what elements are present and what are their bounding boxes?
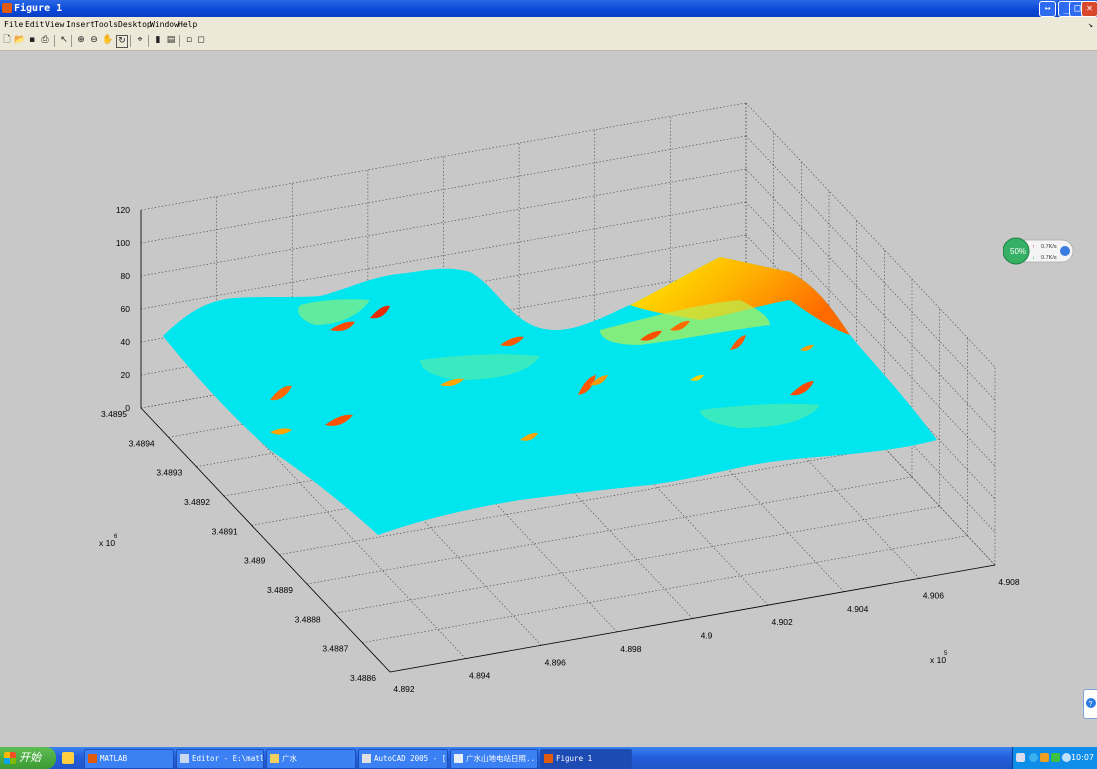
x-tick-label: 4.894 — [469, 671, 491, 681]
z-tick-label: 100 — [116, 238, 130, 248]
autocad-icon — [362, 754, 371, 763]
matlab-icon — [2, 3, 12, 13]
editor-icon — [180, 754, 189, 763]
pan-hand-icon[interactable]: ✋ — [102, 35, 113, 46]
print-icon[interactable]: ⎙ — [40, 35, 50, 46]
svg-text:↓: ↓ — [1032, 255, 1035, 261]
x-tick-label: 4.9 — [701, 631, 713, 641]
pointer-icon[interactable]: ↖ — [59, 35, 69, 46]
hide-plot-tools-icon[interactable]: ▫ — [184, 35, 194, 46]
side-help-icon[interactable]: ? — [1083, 689, 1097, 719]
z-tick-label: 20 — [121, 370, 131, 380]
volume-icon[interactable] — [1062, 753, 1071, 762]
menu-file[interactable]: File — [4, 17, 23, 32]
z-tick-label: 80 — [121, 271, 131, 281]
open-folder-icon[interactable]: 📂 — [14, 35, 25, 46]
colorbar-icon[interactable]: ▮ — [153, 35, 163, 46]
x-tick-label: 4.896 — [545, 657, 567, 667]
y-axis-exponent: x 10 — [99, 538, 115, 548]
x-tick-label: 4.902 — [771, 617, 793, 627]
x-axis-ticks: 4.892 4.894 4.896 4.898 4.9 4.902 4.904 4.906 4.… — [393, 577, 1020, 694]
y-axis-exponent-power: 6 — [114, 534, 118, 540]
z-axis-ticks: 020406080100120 — [116, 205, 130, 413]
menu-insert[interactable]: Insert — [66, 17, 95, 32]
y-tick-label: 3.4887 — [322, 644, 348, 654]
x-tick-label: 4.906 — [923, 590, 945, 600]
start-button[interactable]: 开始 — [0, 747, 56, 769]
user-icon[interactable] — [1040, 753, 1049, 762]
svg-text:?: ? — [1089, 701, 1093, 708]
upload-speed: 0.7K/s — [1041, 244, 1057, 250]
window-title: Figure 1 — [14, 3, 63, 14]
toolbar-separator — [179, 35, 180, 47]
close-button[interactable]: ✕ — [1081, 1, 1097, 17]
menu-desktop[interactable]: Desktop — [118, 17, 152, 32]
menu-window[interactable]: Window — [150, 17, 179, 32]
x-tick-label: 4.898 — [620, 644, 642, 654]
taskbar: 开始 MATLAB Editor - E:\matl... 广水 AutoCAD… — [0, 747, 1097, 769]
matlab-figure-icon — [544, 754, 553, 763]
menu-bar: File Edit View Insert Tools Desktop Wind… — [0, 17, 1097, 32]
y-tick-label: 3.489 — [244, 556, 266, 566]
surface-plot[interactable]: 020406080100120 3.48863.48873.48883.4889… — [0, 51, 1097, 747]
zoom-in-icon[interactable]: ⊕ — [76, 35, 86, 46]
figure-toolbar: 🗋 📂 ▪ ⎙ ↖ ⊕ ⊖ ✋ ↻ ⌖ ▮ ▤ ▫ ◻ — [0, 32, 1097, 51]
net-usage-percent: 50% — [1010, 247, 1026, 256]
menu-overflow-icon[interactable]: ↘ — [1088, 17, 1093, 32]
save-icon[interactable]: ▪ — [27, 35, 37, 46]
y-tick-label: 3.4891 — [212, 526, 238, 536]
security-icon[interactable] — [1051, 753, 1060, 762]
new-file-icon[interactable]: 🗋 — [2, 35, 12, 46]
grid-line — [362, 535, 968, 643]
toolbar-separator — [130, 35, 131, 47]
x-tick-label: 4.908 — [998, 577, 1020, 587]
x-tick-label: 4.904 — [847, 604, 869, 614]
menu-edit[interactable]: Edit — [25, 17, 44, 32]
y-tick-label: 3.4895 — [101, 409, 127, 419]
folder-icon — [270, 754, 279, 763]
menu-tools[interactable]: Tools — [94, 17, 118, 32]
zoom-out-icon[interactable]: ⊖ — [89, 35, 99, 46]
y-tick-label: 3.4886 — [350, 673, 376, 683]
task-matlab[interactable]: MATLAB — [84, 749, 174, 769]
y-tick-label: 3.4894 — [129, 438, 155, 448]
network-icon[interactable] — [1029, 753, 1038, 762]
y-tick-label: 3.4893 — [156, 468, 182, 478]
windows-logo-icon — [4, 752, 16, 764]
task-document[interactable]: 广水山地电站日照... — [450, 749, 538, 769]
y-tick-label: 3.4892 — [184, 497, 210, 507]
quick-launch-icon[interactable] — [62, 752, 74, 764]
z-tick-label: 120 — [116, 205, 130, 215]
task-editor[interactable]: Editor - E:\matl... — [176, 749, 264, 769]
toolbar-separator — [71, 35, 72, 47]
z-tick-label: 60 — [121, 304, 131, 314]
y-tick-label: 3.4888 — [295, 614, 321, 624]
task-autocad[interactable]: AutoCAD 2005 - [... — [358, 749, 448, 769]
toolbar-separator — [54, 35, 55, 47]
system-tray: 10:07 — [1012, 747, 1097, 769]
data-cursor-icon[interactable]: ⌖ — [135, 35, 145, 46]
grid-line — [140, 102, 747, 211]
document-icon — [454, 754, 463, 763]
menu-help[interactable]: Help — [178, 17, 197, 32]
svg-text:↑: ↑ — [1032, 244, 1035, 250]
show-plot-tools-icon[interactable]: ◻ — [196, 35, 206, 46]
z-tick-label: 40 — [121, 337, 131, 347]
rotate-3d-icon[interactable]: ↻ — [116, 35, 128, 48]
task-folder[interactable]: 广水 — [266, 749, 356, 769]
keyboard-icon[interactable] — [1016, 753, 1025, 762]
y-tick-label: 3.4889 — [267, 585, 293, 595]
x-axis-exponent-power: 5 — [944, 651, 948, 657]
task-figure-1[interactable]: Figure 1 — [540, 749, 632, 769]
x-tick-label: 4.892 — [393, 684, 415, 694]
legend-icon[interactable]: ▤ — [166, 35, 176, 46]
network-speed-widget[interactable]: 50% ↑ 0.7K/s ↓ 0.7K/s — [1002, 234, 1074, 268]
menu-view[interactable]: View — [45, 17, 64, 32]
restore-arrows-button[interactable]: ↔ — [1039, 1, 1056, 17]
clock: 10:07 — [1070, 753, 1094, 762]
toolbar-separator — [148, 35, 149, 47]
title-bar: Figure 1 ↔ _ □ ✕ — [0, 0, 1097, 17]
download-speed: 0.7K/s — [1041, 255, 1057, 261]
matlab-icon — [88, 754, 97, 763]
